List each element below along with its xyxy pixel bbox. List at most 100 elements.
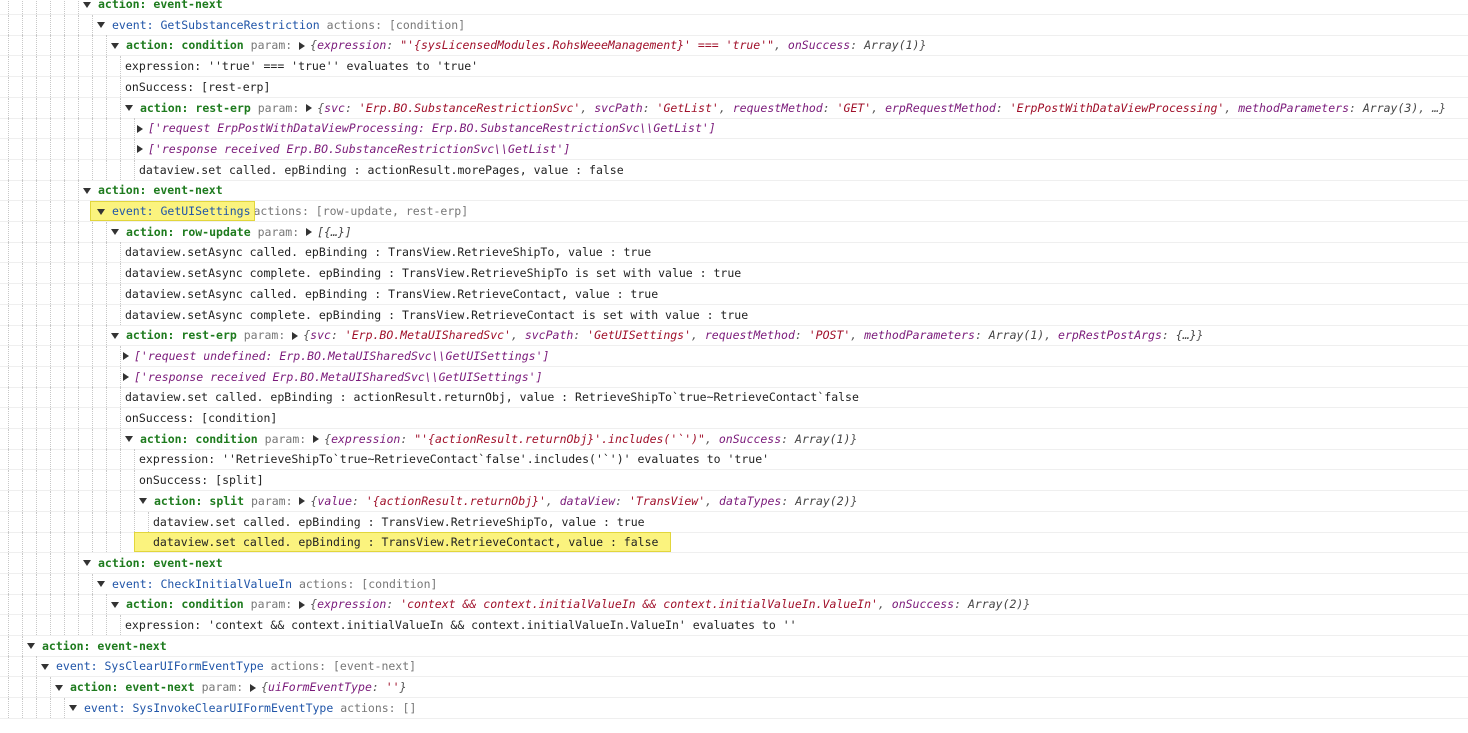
log-row[interactable]: ['response received Erp.BO.MetaUISharedS… [0,366,1468,388]
log-row[interactable]: action: condition param: {expression: "'… [0,35,1468,57]
expand-object-icon[interactable] [250,683,257,692]
indent-guide [8,0,9,14]
expand-object-icon[interactable] [299,41,306,50]
collapsed-array[interactable]: ['response received Erp.BO.SubstanceRest… [148,142,570,156]
indent-guide [92,14,93,35]
log-row[interactable]: event: CheckInitialValueIn actions: [con… [0,573,1468,595]
object-key: onSuccess [718,431,782,446]
log-row[interactable]: event: SysInvokeClearUIFormEventType act… [0,697,1468,719]
expand-object-icon[interactable] [313,435,320,444]
indent-guide [36,76,37,97]
log-row[interactable]: ['request ErpPostWithDataViewProcessing:… [0,118,1468,140]
param-label: param: [257,224,300,239]
indent-guide [50,242,51,263]
expand-object-icon[interactable] [299,497,306,506]
log-row[interactable]: event: SysClearUIFormEventType actions: … [0,656,1468,678]
expand-triangle-icon[interactable] [111,601,119,608]
log-row[interactable]: event: GetUISettings actions: [row-update… [0,201,1468,222]
param-object[interactable]: [{…}] [306,225,352,239]
expand-triangle-icon[interactable] [111,42,119,49]
expand-triangle-icon[interactable] [27,643,35,650]
expand-triangle-icon[interactable] [55,684,63,691]
object-token: } [850,431,858,446]
expand-object-icon[interactable] [306,228,313,237]
object-token: , [705,493,720,508]
expand-object-icon[interactable] [292,331,299,340]
log-row[interactable]: event: GetSubstanceRestriction actions: … [0,14,1468,36]
indent-guide [50,532,51,553]
indent-guide [78,201,79,221]
param-object[interactable]: {expression: "'{actionResult.returnObj}'… [313,432,857,446]
indent-guide [36,470,37,491]
indent-guide [92,490,93,511]
param-object[interactable]: {uiFormEventType: ''} [250,680,407,694]
expand-triangle-icon[interactable] [83,560,91,567]
indent-guide [50,76,51,97]
indent-guide [36,0,37,14]
indent-guide [64,263,65,284]
expand-array-icon[interactable] [137,145,143,154]
expand-array-icon[interactable] [137,124,143,133]
indent-guide [36,387,37,408]
expand-triangle-icon[interactable] [125,105,133,111]
indent-guide [92,35,93,56]
log-row[interactable]: action: condition param: {expression: "'… [0,428,1468,450]
event-actions: actions: [event-next] [270,659,417,674]
log-row[interactable]: action: rest-erp param: {svc: 'Erp.BO.Su… [0,97,1468,119]
collapsed-array[interactable]: ['request ErpPostWithDataViewProcessing:… [148,121,716,135]
log-row[interactable]: action: rest-erp param: {svc: 'Erp.BO.Me… [0,325,1468,347]
indent-guide [36,180,37,201]
indent-guide [120,283,121,304]
log-row[interactable]: action: condition param: {expression: 'c… [0,594,1468,616]
expand-triangle-icon[interactable] [111,332,119,339]
log-row[interactable]: action: split param: {value: '{actionRes… [0,490,1468,512]
expand-array-icon[interactable] [123,352,129,361]
collapsed-array[interactable]: ['request undefined: Erp.BO.MetaUIShared… [134,349,549,363]
log-row[interactable]: action: event-next [0,552,1468,574]
indent-guide [134,118,135,139]
collapsed-array[interactable]: ['response received Erp.BO.MetaUISharedS… [134,370,543,384]
expand-triangle-icon[interactable] [41,663,49,670]
log-line: action: event-next [83,553,223,573]
expand-array-icon[interactable] [123,373,129,382]
indent-guide [36,449,37,470]
log-row[interactable]: action: event-next [0,180,1468,202]
log-row[interactable]: ['response received Erp.BO.SubstanceRest… [0,138,1468,160]
expand-triangle-icon[interactable] [125,436,133,443]
expand-triangle-icon[interactable] [97,22,105,29]
log-line: dataview.set called. epBinding : TransVi… [133,532,672,553]
param-object[interactable]: {expression: 'context && context.initial… [299,597,1030,611]
event-actions: actions: [condition] [326,17,466,32]
indent-guide [120,263,121,284]
expand-triangle-icon[interactable] [139,498,147,505]
object-token: : [974,328,989,343]
indent-guide [64,490,65,511]
log-row[interactable]: action: event-next [0,0,1468,15]
param-label: param: [243,328,286,343]
expand-triangle-icon[interactable] [111,229,119,236]
log-line: event: SysInvokeClearUIFormEventType act… [69,698,416,718]
expand-triangle-icon[interactable] [83,1,91,8]
param-object[interactable]: {svc: 'Erp.BO.MetaUISharedSvc', svcPath:… [292,328,1203,342]
indent-guide [50,594,51,615]
log-row[interactable]: action: event-next [0,635,1468,657]
indent-guide [92,159,93,180]
param-object[interactable]: {value: '{actionResult.returnObj}', data… [299,493,858,508]
log-row[interactable]: action: event-next param: {uiFormEventTy… [0,677,1468,699]
expand-object-icon[interactable] [299,600,306,609]
object-string: 'GetList' [656,100,719,115]
object-token: : [344,100,359,115]
log-row[interactable]: ['request undefined: Erp.BO.MetaUIShared… [0,345,1468,367]
param-object[interactable]: {expression: "'{sysLicensedModules.RohsW… [299,38,926,52]
expand-triangle-icon[interactable] [97,208,105,215]
log-row[interactable]: action: row-update param: [{…}] [0,221,1468,243]
expand-triangle-icon[interactable] [97,581,105,588]
expand-object-icon[interactable] [306,104,313,112]
expand-triangle-icon[interactable] [69,705,77,712]
indent-guide [50,345,51,366]
indent-guide [78,76,79,97]
indent-guide [78,304,79,325]
param-object[interactable]: {svc: 'Erp.BO.SubstanceRestrictionSvc', … [306,101,1446,115]
expand-triangle-icon[interactable] [83,187,91,194]
indent-guide [50,552,51,573]
